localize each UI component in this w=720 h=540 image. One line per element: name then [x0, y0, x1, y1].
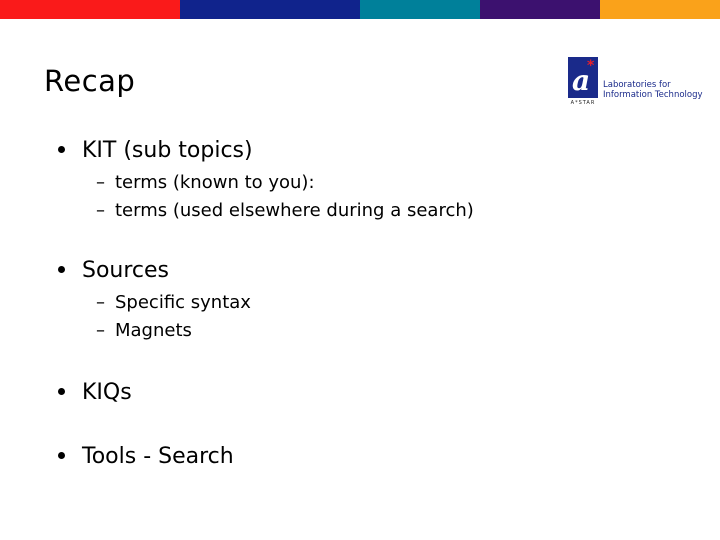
- bullet-item: KIT (sub topics): [58, 138, 253, 163]
- stripe-purple: [480, 0, 600, 19]
- bullet-text: KIT (sub topics): [82, 138, 253, 163]
- stripe-blue: [180, 0, 360, 19]
- bullet-item: KIQs: [58, 380, 132, 405]
- astar-logo: a * A*STAR Laboratories for Information …: [568, 57, 703, 107]
- bullet-icon: [58, 145, 65, 153]
- sub-bullet-item: – terms (known to you):: [96, 172, 315, 193]
- bullet-text: KIQs: [82, 380, 132, 405]
- sub-bullet-text: terms (used elsewhere during a search): [115, 200, 474, 221]
- sub-bullet-text: terms (known to you):: [115, 172, 315, 193]
- sub-bullet-item: – terms (used elsewhere during a search): [96, 200, 474, 221]
- color-stripe: [0, 0, 720, 19]
- stripe-orange: [600, 0, 720, 19]
- bullet-text: Sources: [82, 258, 170, 283]
- sub-bullet-text: Magnets: [115, 320, 192, 341]
- bullet-icon: [58, 265, 65, 273]
- dash-icon: –: [96, 292, 105, 313]
- sub-bullet-item: – Specific syntax: [96, 292, 251, 313]
- dash-icon: –: [96, 200, 105, 221]
- logo-star-icon: *: [587, 58, 595, 74]
- sub-bullet-item: – Magnets: [96, 320, 192, 341]
- logo-line-2: Information Technology: [603, 90, 703, 100]
- logo-mark: a *: [568, 57, 598, 98]
- logo-text: Laboratories for Information Technology: [603, 80, 703, 100]
- stripe-red: [0, 0, 180, 19]
- bullet-item: Tools - Search: [58, 444, 234, 469]
- bullet-item: Sources: [58, 258, 169, 283]
- bullet-icon: [58, 451, 65, 459]
- bullet-text: Tools - Search: [82, 444, 234, 469]
- dash-icon: –: [96, 172, 105, 193]
- sub-bullet-text: Specific syntax: [115, 292, 251, 313]
- dash-icon: –: [96, 320, 105, 341]
- stripe-teal: [360, 0, 480, 19]
- bullet-icon: [58, 387, 65, 395]
- logo-line-1: Laboratories for: [603, 80, 671, 90]
- logo-org: A*STAR: [570, 100, 596, 106]
- slide-title: Recap: [44, 64, 136, 98]
